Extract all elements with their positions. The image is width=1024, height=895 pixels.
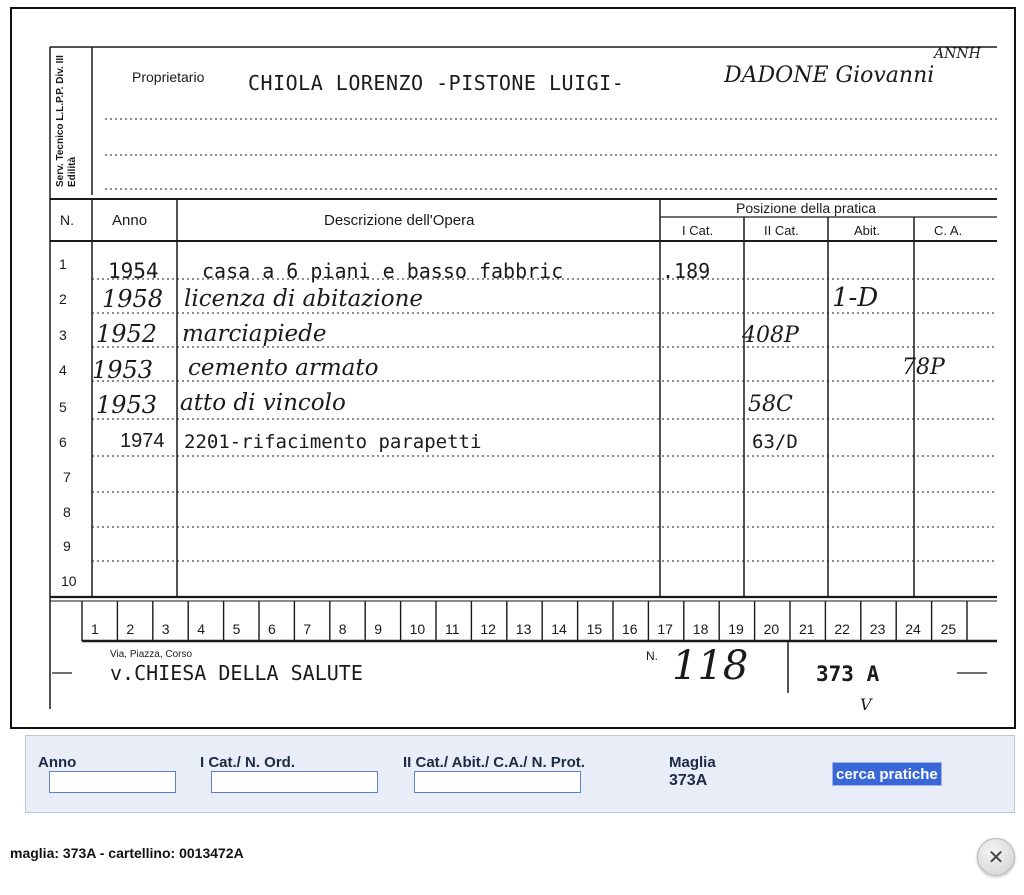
ruler-number: 9 [374,621,382,637]
ruler-number: 25 [940,621,957,637]
search-form: Anno I Cat./ N. Ord. II Cat./ Abit./ C.A… [25,735,1015,813]
iicat-input[interactable] [414,771,581,793]
row-number: 9 [63,538,71,554]
row-anno: 1974 [120,430,165,452]
ruler-number: 24 [905,621,921,637]
row-ca: 78P [902,355,945,380]
ruler-number: 2 [126,621,135,637]
ruler-number: 4 [197,621,205,637]
icat-input[interactable] [211,771,378,793]
header-anno: Anno [112,212,148,229]
address-label: Via, Piazza, Corso [110,649,193,660]
row-iicat: 408P [742,323,799,348]
row-number: 3 [59,327,67,343]
row-icat: .189 [662,259,711,283]
icat-label: I Cat./ N. Ord. [200,754,296,771]
ruler-number: 18 [692,621,709,637]
owner-handwritten-name: DADONE Giovanni [724,63,935,88]
ruler-number: 1 [91,621,99,637]
ruler-number: 22 [834,621,850,637]
search-button[interactable]: cerca pratiche [832,762,942,786]
ruler-number: 17 [657,621,673,637]
header-iicat: II Cat. [764,223,799,238]
row-descrizione: 2201-rifacimento parapetti [184,431,482,453]
ruler-number: 13 [515,621,532,637]
card-side-label: Serv. Tecnico L.L.P.P. Div. III Edilità [55,55,78,187]
owner-typed-names: CHIOLA LORENZO -PISTONE LUIGI- [248,71,625,95]
ruler-number: 7 [303,621,312,637]
iicat-label: II Cat./ Abit./ C.A./ N. Prot. [403,754,585,771]
row-number: 4 [59,362,67,378]
header-abit: Abit. [854,223,881,238]
card-corner-mark: ANNH [934,46,981,62]
row-number: 6 [59,434,67,450]
close-button[interactable]: ✕ [977,838,1015,876]
row-descrizione: licenza di abitazione [184,286,424,312]
ruler-number: 6 [268,621,276,637]
row-descrizione: marciapiede [182,321,327,347]
row-descrizione: casa a 6 piani e basso fabbric [202,259,564,283]
row-number: 1 [59,256,67,272]
row-anno: 1952 [96,320,158,348]
card-caption: maglia: 373A - cartellino: 0013472A [10,845,244,861]
row-descrizione: cemento armato [188,355,379,381]
ruler-number: 16 [622,621,638,637]
address-value: v.CHIESA DELLA SALUTE [110,661,363,685]
card-content: Serv. Tecnico L.L.P.P. Div. III Edilità … [12,9,1014,727]
row-number: 5 [59,399,67,415]
anno-input[interactable] [49,771,176,793]
ruler-number: 21 [799,621,815,637]
ruler-number: 12 [480,621,496,637]
row-descrizione: atto di vincolo [180,390,346,416]
ruler-number: 19 [728,621,744,637]
ruler-number: 14 [551,621,567,637]
owner-label: Proprietario [132,69,205,85]
ruler-number: 10 [409,621,426,637]
row-anno: 1954 [108,259,159,283]
row-number: 7 [63,469,71,485]
maglia-label: Maglia [669,754,716,771]
header-ca: C. A. [934,223,963,238]
ruler-number: 5 [232,621,241,637]
row-abit: 1-D [832,283,879,313]
row-iicat: 58C [748,392,793,417]
row-anno: 1958 [102,285,164,313]
card-image: Serv. Tecnico L.L.P.P. Div. III Edilità … [10,7,1016,729]
header-posizione: Posizione della pratica [736,200,877,216]
row-number: 2 [59,291,67,307]
header-icat: I Cat. [682,223,714,238]
ruler-number: 8 [338,621,347,637]
anno-label: Anno [38,754,77,771]
ruler-number: 3 [161,621,170,637]
row-iicat: 63/D [752,431,798,453]
card-grid-lines [49,46,997,709]
header-n: N. [60,212,74,228]
row-number: 8 [63,504,71,520]
number-value: 118 [672,643,749,689]
row-number: 10 [61,573,77,589]
header-descrizione: Descrizione dell'Opera [324,212,475,229]
card-maglia-value: 373 A [816,662,880,686]
card-tick-mark: V [860,695,872,714]
close-icon: ✕ [987,845,1005,869]
ruler-number: 23 [869,621,886,637]
row-anno: 1953 [92,356,154,384]
ruler-number: 11 [445,621,460,637]
maglia-value: 373A [669,772,708,789]
number-label: N. [646,649,658,663]
ruler-number: 20 [763,621,780,637]
ruler-number: 15 [586,621,603,637]
row-anno: 1953 [96,391,158,419]
